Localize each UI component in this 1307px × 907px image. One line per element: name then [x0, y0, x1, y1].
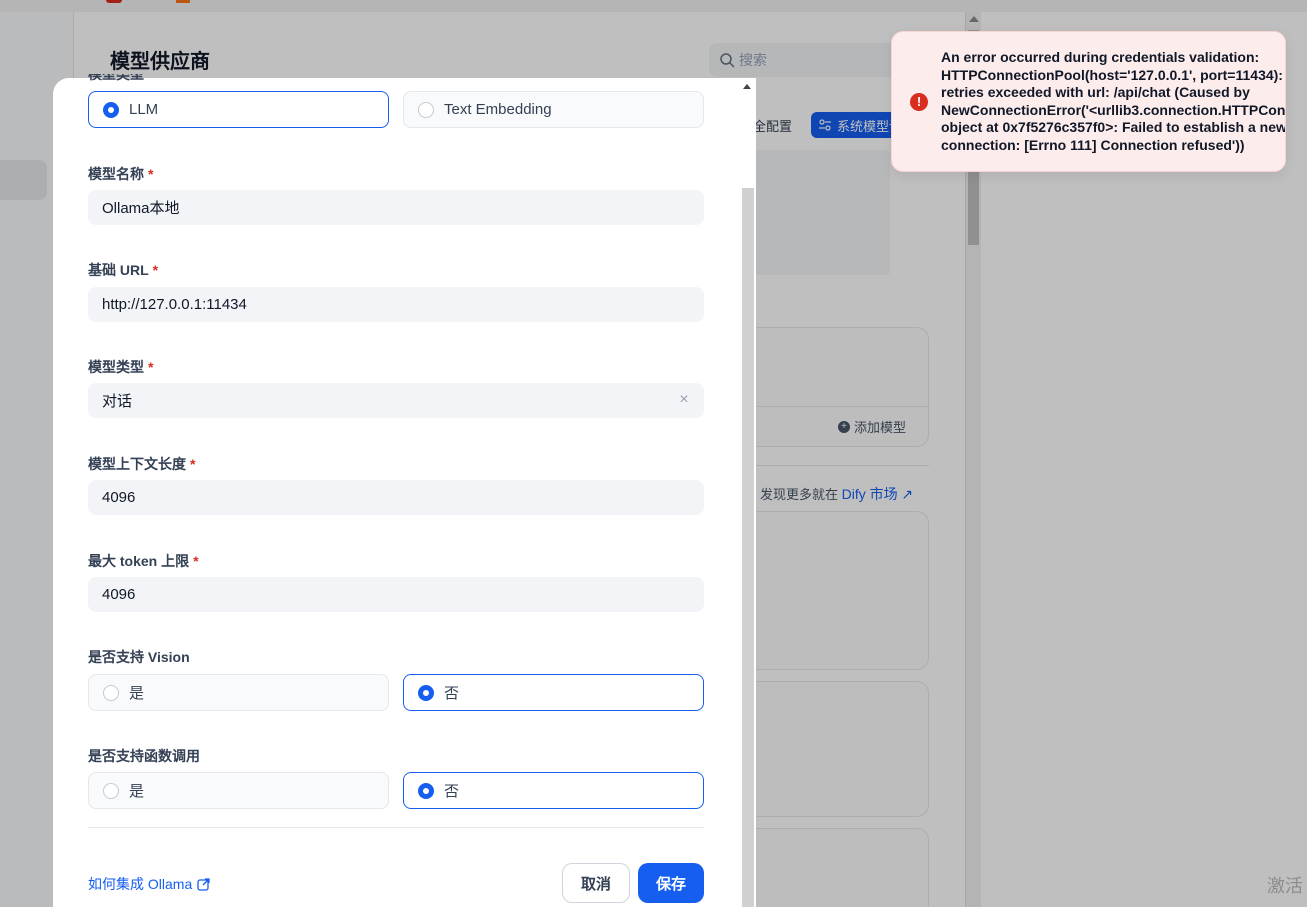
required-mark: * [193, 553, 199, 569]
required-mark: * [152, 262, 159, 278]
max-tokens-input[interactable]: 4096 [88, 577, 704, 612]
model-name-label-text: 模型名称 [88, 166, 144, 182]
context-length-value: 4096 [102, 489, 136, 506]
required-mark: * [148, 359, 154, 375]
radio-unselected-icon [103, 782, 119, 799]
model-name-label: 模型名称 * [88, 164, 153, 184]
function-call-yes-label: 是 [129, 783, 145, 800]
required-mark: * [190, 456, 196, 472]
model-kind-option-label: Text Embedding [444, 101, 552, 118]
cancel-button[interactable]: 取消 [562, 863, 630, 903]
base-url-value: http://127.0.0.1:11434 [102, 296, 247, 313]
model-name-value: Ollama本地 [102, 200, 180, 217]
base-url-input[interactable]: http://127.0.0.1:11434 [88, 287, 704, 322]
radio-unselected-icon [103, 684, 119, 701]
model-type-label-text: 模型类型 [88, 359, 144, 375]
how-to-integrate-link[interactable]: 如何集成 Ollama [88, 874, 210, 894]
function-call-option-no[interactable]: 否 [403, 772, 704, 809]
radio-selected-icon [103, 101, 119, 118]
context-length-input[interactable]: 4096 [88, 480, 704, 515]
vision-no-label: 否 [444, 685, 460, 702]
model-type-select[interactable]: 对话 × [88, 383, 704, 418]
modal-scrollbar[interactable] [740, 78, 756, 907]
modal-scrollbar-thumb[interactable] [742, 188, 754, 907]
model-type-value: 对话 [102, 393, 133, 410]
vision-support-label: 是否支持 Vision [88, 649, 190, 665]
base-url-label-text: 基础 URL [88, 262, 149, 278]
save-button[interactable]: 保存 [638, 863, 704, 903]
error-toast-message: An error occurred during credentials val… [941, 49, 1286, 153]
vision-yes-label: 是 [129, 685, 145, 702]
model-kind-option-label: LLM [129, 101, 159, 118]
required-mark: * [148, 166, 154, 182]
max-tokens-label: 最大 token 上限 * [88, 551, 199, 571]
clear-icon[interactable]: × [676, 392, 692, 408]
function-call-option-yes[interactable]: 是 [88, 772, 389, 809]
model-kind-option-text-embedding[interactable]: Text Embedding [403, 91, 704, 128]
max-tokens-label-text: 最大 token 上限 [88, 553, 190, 569]
scroll-up-arrow-icon[interactable] [743, 84, 751, 89]
model-name-input[interactable]: Ollama本地 [88, 190, 704, 225]
model-kind-option-llm[interactable]: LLM [88, 91, 389, 128]
error-exclamation-icon: ! [910, 93, 928, 111]
context-length-label-text: 模型上下文长度 [88, 456, 186, 472]
radio-selected-icon [418, 782, 434, 799]
external-link-icon [197, 877, 210, 891]
modal-footer-divider [88, 827, 704, 828]
vision-option-yes[interactable]: 是 [88, 674, 389, 711]
radio-unselected-icon [418, 101, 434, 118]
context-length-label: 模型上下文长度 * [88, 454, 195, 474]
model-type-label: 模型类型 * [88, 357, 153, 377]
vision-option-no[interactable]: 否 [403, 674, 704, 711]
error-toast: ! An error occurred during credentials v… [891, 31, 1286, 172]
function-call-no-label: 否 [444, 783, 460, 800]
function-call-support-label: 是否支持函数调用 [88, 748, 200, 764]
base-url-label: 基础 URL * [88, 260, 158, 280]
help-link-label: 如何集成 Ollama [88, 876, 193, 892]
max-tokens-value: 4096 [102, 586, 136, 603]
radio-selected-icon [418, 684, 434, 701]
